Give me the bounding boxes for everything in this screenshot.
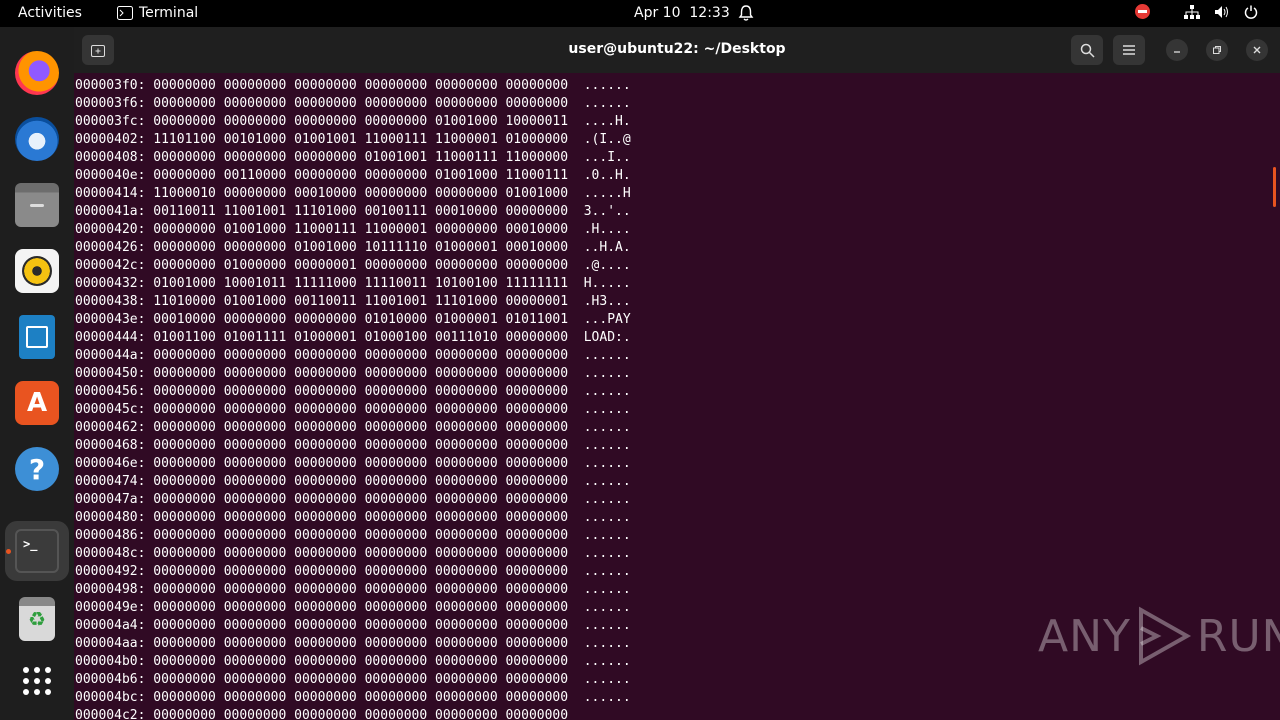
help-icon: ? xyxy=(15,447,59,491)
network-icon xyxy=(1184,4,1200,19)
dock-thunderbird[interactable] xyxy=(5,109,69,169)
terminal-line: 00000450: 00000000 00000000 00000000 000… xyxy=(75,366,631,381)
dock-show-apps[interactable] xyxy=(5,651,69,711)
do-not-disturb-icon xyxy=(1135,4,1150,19)
terminal-line: 0000043e: 00010000 00000000 00000000 010… xyxy=(75,312,631,327)
watermark-left: ANY xyxy=(1038,610,1131,662)
terminal-line: 0000045c: 00000000 00000000 00000000 000… xyxy=(75,402,631,417)
dock-rhythmbox[interactable] xyxy=(5,241,69,301)
terminal-line: 000004bc: 00000000 00000000 00000000 000… xyxy=(75,690,631,705)
running-indicator xyxy=(6,549,11,554)
terminal-small-icon xyxy=(117,6,133,20)
date-label: Apr 10 xyxy=(634,5,681,21)
minimize-button[interactable] xyxy=(1166,39,1188,61)
thunderbird-icon xyxy=(15,117,59,161)
show-apps-icon xyxy=(23,667,51,695)
terminal-line: 00000444: 01001100 01001111 01000001 010… xyxy=(75,330,631,345)
rhythmbox-icon xyxy=(15,249,59,293)
libreoffice-writer-icon xyxy=(19,315,55,359)
dock-trash[interactable]: ♻ xyxy=(5,589,69,649)
clock[interactable]: Apr 10 12:33 xyxy=(634,5,730,21)
close-icon xyxy=(1253,46,1261,54)
system-tray[interactable] xyxy=(1135,4,1258,19)
terminal-line: 00000462: 00000000 00000000 00000000 000… xyxy=(75,420,631,435)
dock-terminal[interactable]: >_ xyxy=(5,521,69,581)
terminal-line: 00000402: 11101100 00101000 01001001 110… xyxy=(75,132,631,147)
terminal-line: 00000432: 01001000 10001011 11111000 111… xyxy=(75,276,631,291)
maximize-button[interactable] xyxy=(1206,39,1228,61)
time-label: 12:33 xyxy=(689,5,730,21)
terminal-line: 00000456: 00000000 00000000 00000000 000… xyxy=(75,384,631,399)
dock: A ? >_ ♻ xyxy=(0,27,74,720)
hamburger-icon xyxy=(1123,45,1135,55)
files-icon xyxy=(15,183,59,227)
header-bar: user@ubuntu22: ~/Desktop xyxy=(74,27,1280,73)
terminal-window[interactable]: user@ubuntu22: ~/Desktop 000003f0: 00000… xyxy=(74,27,1280,720)
terminal-line: 00000480: 00000000 00000000 00000000 000… xyxy=(75,510,631,525)
dock-writer[interactable] xyxy=(5,307,69,367)
terminal-line: 00000408: 00000000 00000000 00000000 010… xyxy=(75,150,631,165)
top-bar: Activities Terminal Apr 10 12:33 xyxy=(0,0,1280,27)
dock-app-center[interactable]: A xyxy=(5,373,69,433)
terminal-line: 0000042c: 00000000 01000000 00000001 000… xyxy=(75,258,631,273)
terminal-line: 00000498: 00000000 00000000 00000000 000… xyxy=(75,582,631,597)
terminal-line: 0000046e: 00000000 00000000 00000000 000… xyxy=(75,456,631,471)
scrollbar-thumb[interactable] xyxy=(1273,167,1276,207)
activities-button[interactable]: Activities xyxy=(18,5,82,21)
close-button[interactable] xyxy=(1246,39,1268,61)
notification-bell-icon[interactable] xyxy=(738,4,754,26)
terminal-line: 00000486: 00000000 00000000 00000000 000… xyxy=(75,528,631,543)
volume-icon xyxy=(1215,5,1228,18)
restore-icon xyxy=(1213,46,1221,54)
terminal-line: 00000474: 00000000 00000000 00000000 000… xyxy=(75,474,631,489)
app-menu[interactable]: Terminal xyxy=(117,5,198,21)
minimize-icon xyxy=(1174,51,1180,53)
terminal-line: 00000414: 11000010 00000000 00010000 000… xyxy=(75,186,631,201)
anyrun-watermark: ANY RUN xyxy=(1038,606,1280,666)
app-name: Terminal xyxy=(139,5,199,21)
dock-files[interactable] xyxy=(5,175,69,235)
terminal-line: 00000420: 00000000 01001000 11000111 110… xyxy=(75,222,631,237)
terminal-line: 000003f0: 00000000 00000000 00000000 000… xyxy=(75,78,631,93)
watermark-right: RUN xyxy=(1196,610,1280,662)
menu-button[interactable] xyxy=(1113,35,1145,65)
search-button[interactable] xyxy=(1071,35,1103,65)
firefox-icon xyxy=(15,51,59,95)
terminal-line: 000003f6: 00000000 00000000 00000000 000… xyxy=(75,96,631,111)
terminal-line: 00000468: 00000000 00000000 00000000 000… xyxy=(75,438,631,453)
power-icon xyxy=(1244,5,1258,19)
terminal-line: 0000047a: 00000000 00000000 00000000 000… xyxy=(75,492,631,507)
terminal-line: 0000040e: 00000000 00110000 00000000 000… xyxy=(75,168,631,183)
terminal-line: 000004c2: 00000000 00000000 00000000 000… xyxy=(75,708,569,720)
trash-icon: ♻ xyxy=(19,597,55,641)
terminal-line: 0000048c: 00000000 00000000 00000000 000… xyxy=(75,546,631,561)
terminal-line: 00000426: 00000000 00000000 01001000 101… xyxy=(75,240,631,255)
terminal-icon: >_ xyxy=(15,529,59,573)
search-icon xyxy=(1080,43,1095,58)
dock-firefox[interactable] xyxy=(5,43,69,103)
terminal-line: 000003fc: 00000000 00000000 00000000 000… xyxy=(75,114,631,129)
terminal-line: 00000492: 00000000 00000000 00000000 000… xyxy=(75,564,631,579)
terminal-line: 000004b6: 00000000 00000000 00000000 000… xyxy=(75,672,631,687)
app-center-icon: A xyxy=(15,381,59,425)
dock-help[interactable]: ? xyxy=(5,439,69,499)
terminal-line: 0000041a: 00110011 11001001 11101000 001… xyxy=(75,204,631,219)
terminal-line: 00000438: 11010000 01001000 00110011 110… xyxy=(75,294,631,309)
play-logo-icon xyxy=(1138,606,1191,666)
terminal-line: 0000044a: 00000000 00000000 00000000 000… xyxy=(75,348,631,363)
